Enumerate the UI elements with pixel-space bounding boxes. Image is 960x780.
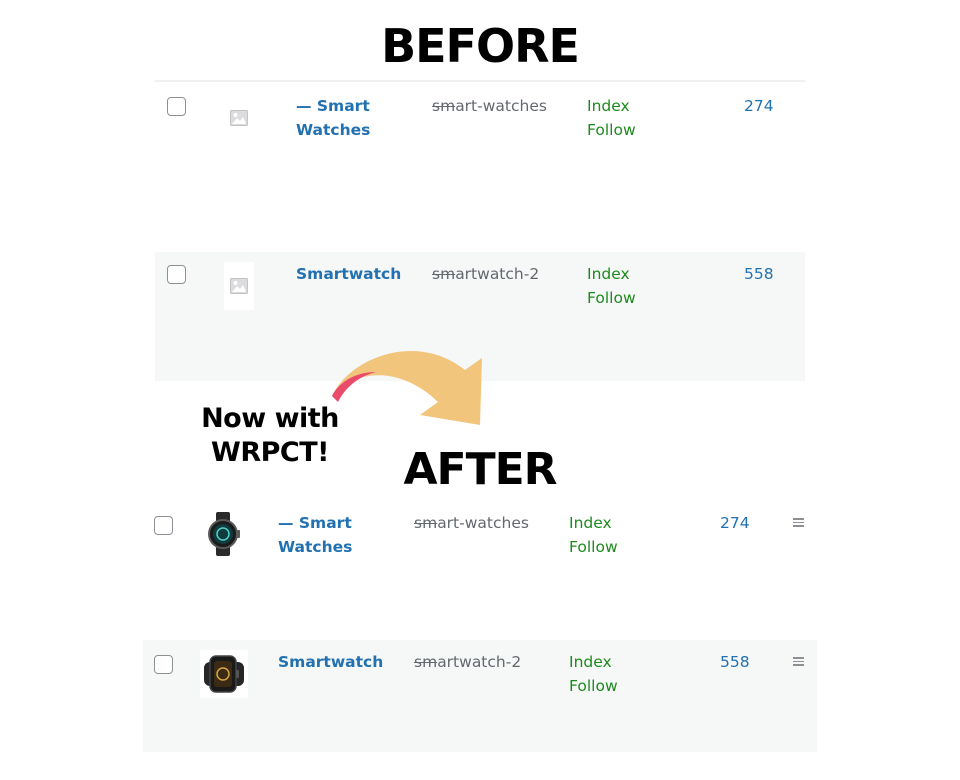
category-slug: smartwatch-2 bbox=[432, 262, 539, 286]
slug-rest: art-watches bbox=[455, 97, 547, 115]
table-row: — Smart Watches smart-watches Index Foll… bbox=[155, 82, 805, 252]
slug-rest: artwatch-2 bbox=[437, 653, 522, 671]
slug-prefix: sm bbox=[414, 653, 438, 671]
table-row: Smartwatch smartwatch-2 Index Follow 558 bbox=[143, 640, 817, 752]
robots-index: Index bbox=[587, 265, 630, 283]
robots-index: Index bbox=[569, 653, 612, 671]
product-count-link[interactable]: 274 bbox=[720, 511, 750, 535]
category-name-line: — Smart bbox=[296, 97, 370, 115]
category-slug: smartwatch-2 bbox=[414, 650, 521, 674]
category-name-link[interactable]: Smartwatch bbox=[296, 262, 401, 286]
category-name-line: Watches bbox=[278, 538, 353, 556]
robots-status: Index Follow bbox=[587, 94, 636, 142]
category-name-link[interactable]: — Smart Watches bbox=[296, 94, 370, 142]
category-name-line: Watches bbox=[296, 121, 371, 139]
category-name-line: — Smart bbox=[278, 514, 352, 532]
robots-status: Index Follow bbox=[587, 262, 636, 310]
robots-follow: Follow bbox=[587, 121, 636, 139]
slug-rest: art-watches bbox=[437, 514, 529, 532]
robots-index: Index bbox=[587, 97, 630, 115]
product-count-link[interactable]: 558 bbox=[720, 650, 750, 674]
table-row: — Smart Watches smart-watches Index Foll… bbox=[143, 500, 817, 640]
placeholder-image-icon bbox=[224, 262, 254, 310]
robots-status: Index Follow bbox=[569, 650, 618, 698]
slug-rest: artwatch-2 bbox=[455, 265, 540, 283]
slug-prefix: sm bbox=[432, 97, 456, 115]
robots-follow: Follow bbox=[587, 289, 636, 307]
category-slug: smart-watches bbox=[432, 94, 547, 118]
slug-prefix: sm bbox=[432, 265, 456, 283]
row-checkbox[interactable] bbox=[154, 655, 173, 674]
square-smartwatch-image bbox=[200, 650, 248, 698]
placeholder-image-icon bbox=[224, 94, 254, 142]
row-checkbox[interactable] bbox=[167, 265, 186, 284]
robots-follow: Follow bbox=[569, 677, 618, 695]
robots-status: Index Follow bbox=[569, 511, 618, 559]
drag-handle-icon[interactable] bbox=[793, 657, 804, 666]
row-checkbox[interactable] bbox=[167, 97, 186, 116]
robots-index: Index bbox=[569, 514, 612, 532]
category-slug: smart-watches bbox=[414, 511, 529, 535]
round-smartwatch-image bbox=[199, 510, 247, 558]
slug-prefix: sm bbox=[414, 514, 438, 532]
product-count-link[interactable]: 274 bbox=[744, 94, 774, 118]
robots-follow: Follow bbox=[569, 538, 618, 556]
before-heading: BEFORE bbox=[381, 19, 580, 73]
category-name-link[interactable]: — Smart Watches bbox=[278, 511, 352, 559]
row-checkbox[interactable] bbox=[154, 516, 173, 535]
drag-handle-icon[interactable] bbox=[793, 518, 804, 527]
after-heading: AFTER bbox=[403, 444, 557, 495]
caption-line: Now with bbox=[201, 403, 339, 434]
product-count-link[interactable]: 558 bbox=[744, 262, 774, 286]
category-name-link[interactable]: Smartwatch bbox=[278, 650, 383, 674]
